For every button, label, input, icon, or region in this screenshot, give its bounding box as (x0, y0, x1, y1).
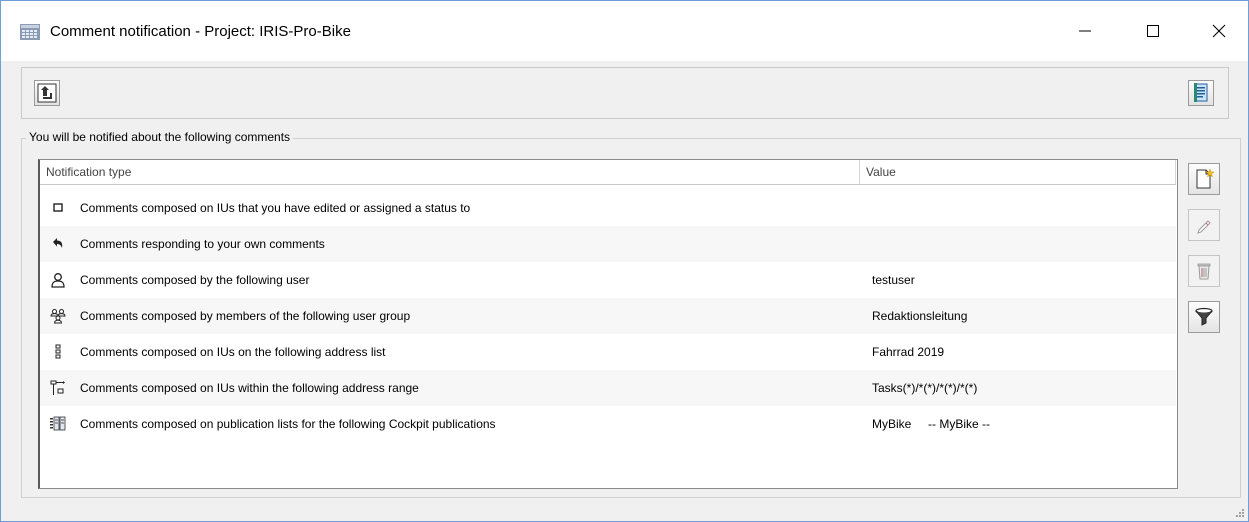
address-range-icon (50, 380, 65, 395)
comment-notification-window: Comment notification - Project: IRIS-Pro… (0, 0, 1249, 522)
row-value: Tasks(*)/*(*)/*(*)/*(*) (872, 381, 978, 395)
new-document-icon (1196, 168, 1215, 189)
maximize-icon (1147, 25, 1159, 37)
app-icon (20, 24, 40, 40)
row-type: Comments composed on IUs within the foll… (80, 381, 419, 395)
table-row[interactable]: Comments composed on IUs on the followin… (40, 334, 1176, 370)
up-level-button[interactable] (34, 80, 60, 106)
list-header: Notification type Value (40, 160, 1176, 185)
maximize-button[interactable] (1125, 1, 1181, 61)
row-value: Fahrrad 2019 (872, 345, 945, 359)
row-type: Comments composed on publication lists f… (80, 417, 496, 431)
table-row[interactable]: Comments responding to your own comments (40, 226, 1176, 262)
row-value: MyBike -- MyBike -- (872, 417, 991, 431)
resize-grip-icon[interactable] (1235, 508, 1245, 518)
filter-button[interactable] (1188, 301, 1220, 333)
delete-trash-icon (1197, 263, 1211, 280)
column-header-notification-type[interactable]: Notification type (40, 160, 860, 184)
table-row[interactable]: Comments composed on publication lists f… (40, 406, 1176, 442)
user-group-icon (50, 309, 66, 324)
group-legend: You will be notified about the following… (26, 130, 294, 144)
delete-notification-button[interactable] (1188, 255, 1220, 287)
close-icon (1212, 24, 1226, 38)
minimize-icon (1079, 30, 1091, 32)
table-row[interactable]: Comments composed on IUs that you have e… (40, 190, 1176, 226)
close-button[interactable] (1191, 1, 1247, 61)
row-value: Redaktionsleitung (872, 309, 968, 323)
square-bullet-icon (53, 203, 63, 212)
address-list-icon (55, 344, 61, 359)
row-type: Comments composed on IUs that you have e… (80, 201, 471, 215)
table-row[interactable]: Comments composed on IUs within the foll… (40, 370, 1176, 406)
row-type: Comments composed on IUs on the followin… (80, 345, 386, 359)
notification-list[interactable]: Notification type Value Comments compose… (38, 159, 1178, 489)
notes-button[interactable] (1188, 80, 1214, 106)
publication-list-icon (50, 416, 66, 431)
minimize-button[interactable] (1057, 1, 1113, 61)
edit-pencil-icon (1197, 220, 1211, 234)
toolbar (21, 67, 1229, 119)
new-notification-button[interactable] (1188, 163, 1220, 195)
title-bar: Comment notification - Project: IRIS-Pro… (1, 1, 1248, 61)
filter-funnel-icon (1195, 307, 1213, 326)
edit-notification-button[interactable] (1188, 209, 1220, 241)
table-row[interactable]: Comments composed by members of the foll… (40, 298, 1176, 334)
notes-icon (1194, 83, 1208, 102)
up-level-icon (37, 83, 57, 103)
column-header-value[interactable]: Value (860, 160, 1176, 184)
row-type: Comments composed by the following user (80, 273, 310, 287)
table-row[interactable]: Comments composed by the following user … (40, 262, 1176, 298)
user-icon (51, 273, 65, 288)
reply-arrow-icon (53, 238, 63, 248)
row-value: testuser (872, 273, 915, 287)
row-type: Comments composed by members of the foll… (80, 309, 411, 323)
window-title: Comment notification - Project: IRIS-Pro… (50, 23, 351, 40)
row-type: Comments responding to your own comments (80, 237, 325, 251)
